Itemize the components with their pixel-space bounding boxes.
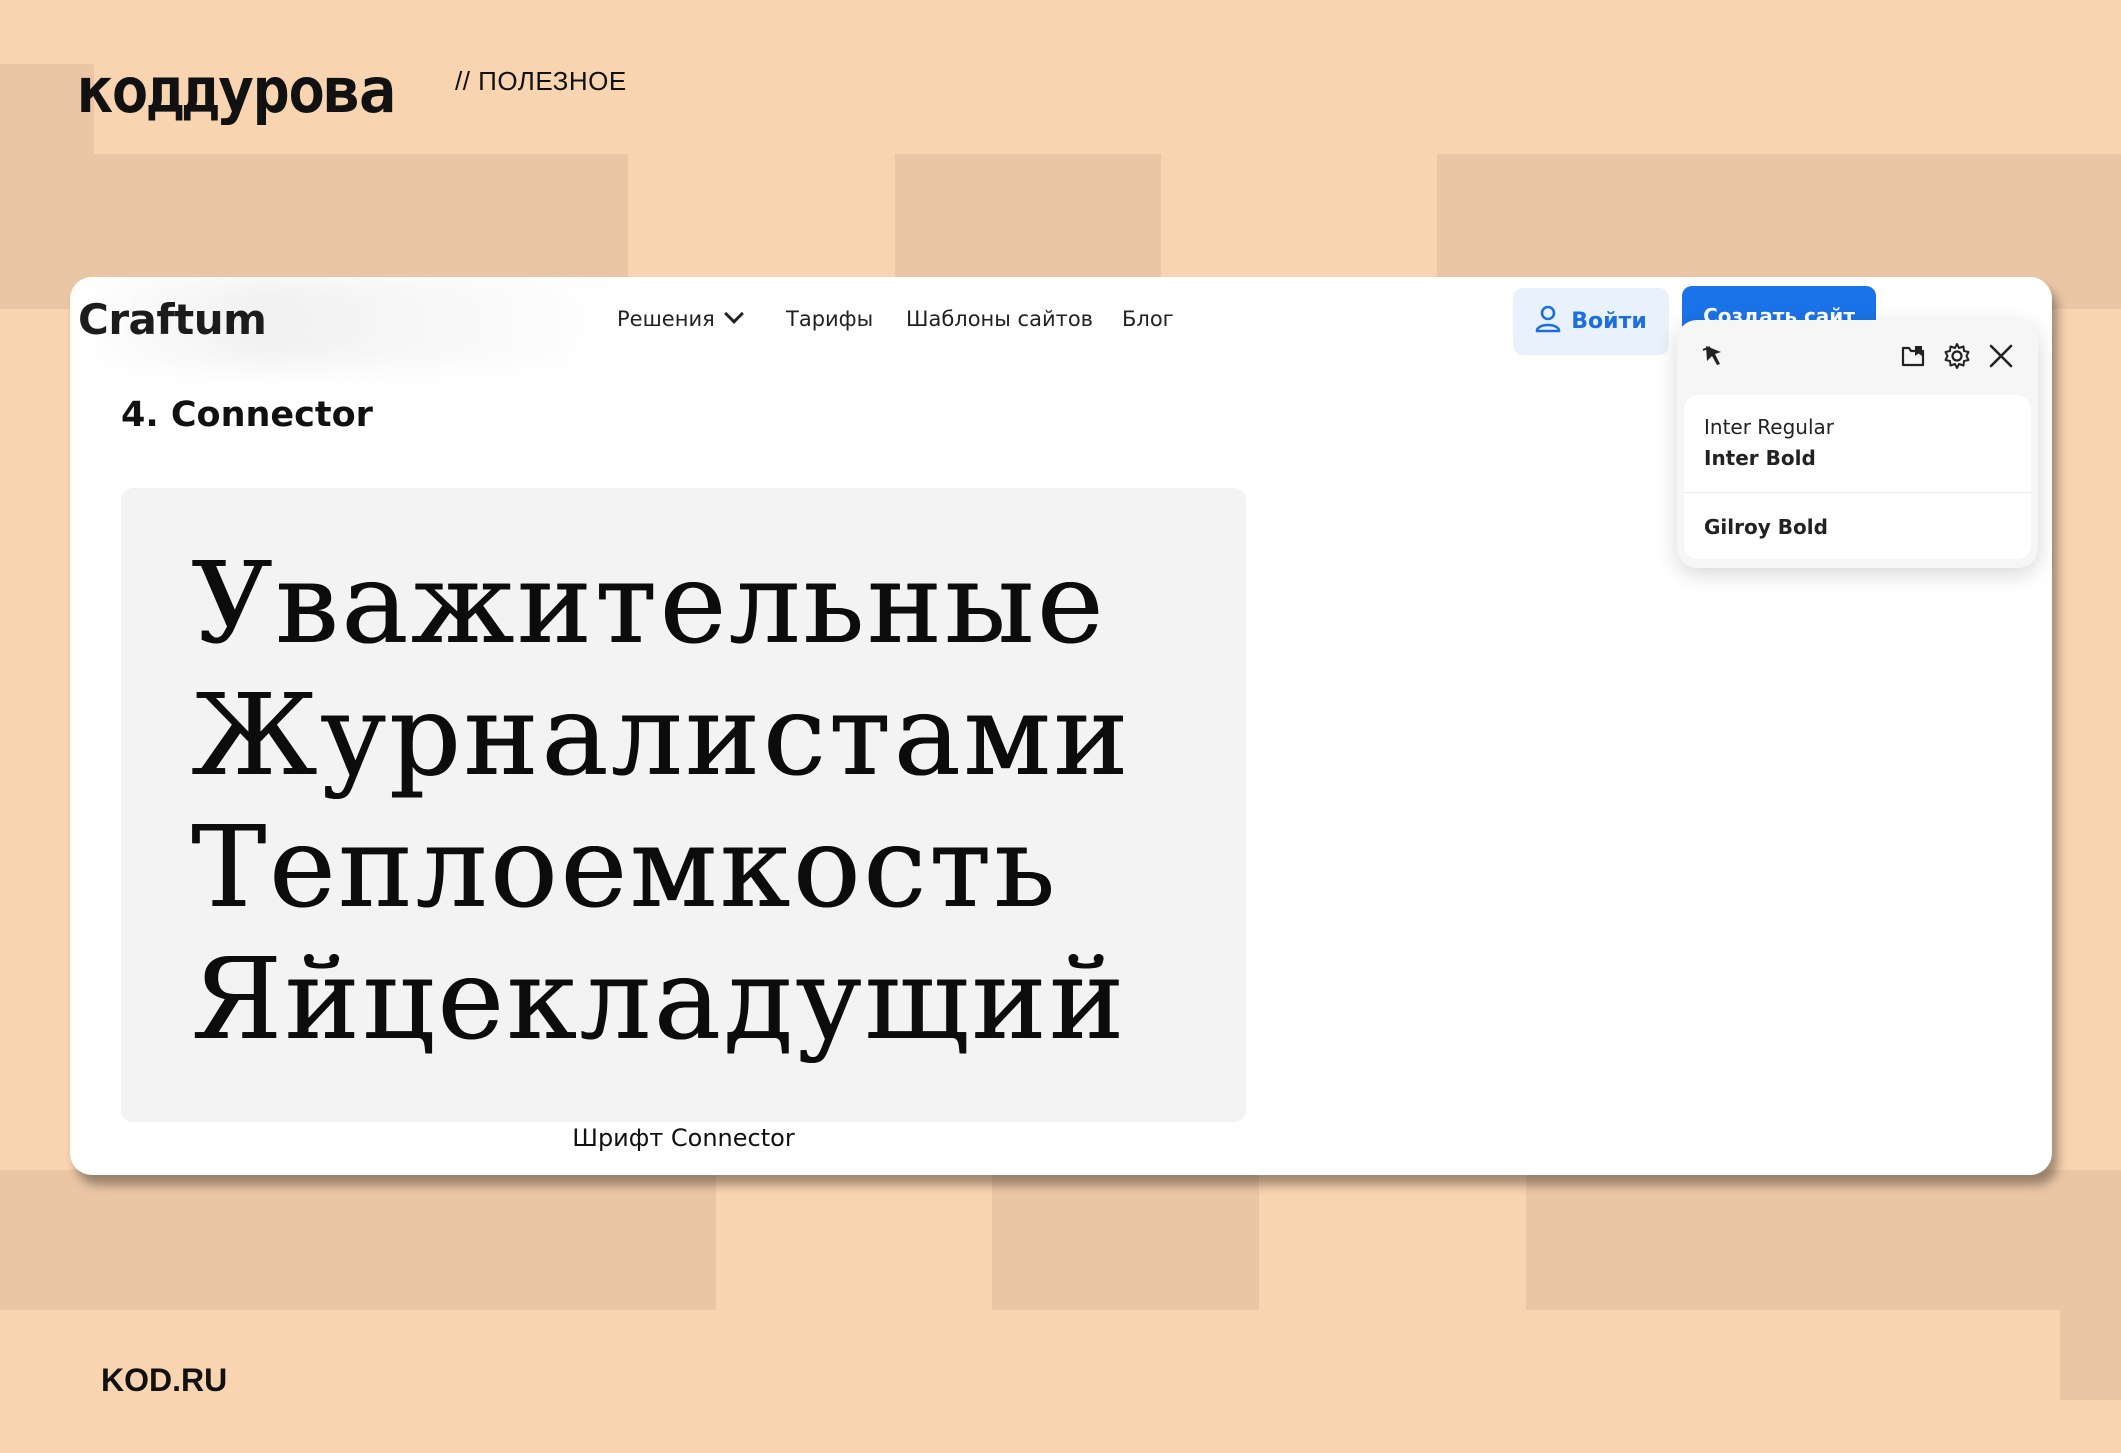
login-button[interactable]: Войти — [1513, 288, 1669, 355]
font-sample-text: Уважительные Журналистами Теплоемкость Я… — [191, 538, 1131, 1066]
save-icon[interactable] — [1899, 342, 1927, 375]
sample-line: Яйцекладущий — [191, 935, 1127, 1065]
nav-item-solutions[interactable]: Решения — [617, 304, 744, 331]
font-entry-inter-bold[interactable]: Inter Bold — [1704, 446, 1816, 470]
section-label: // ПОЛЕЗНОЕ — [455, 66, 627, 96]
nav-item-label: Блог — [1122, 307, 1174, 331]
divider — [1684, 492, 2031, 493]
bg-block — [0, 1170, 716, 1310]
font-picker-icon[interactable] — [1701, 342, 1727, 373]
font-entry-gilroy-bold[interactable]: Gilroy Bold — [1704, 515, 1828, 539]
gear-icon[interactable] — [1943, 342, 1971, 375]
article-heading: 4. Connector — [121, 395, 373, 435]
nav-item-pricing[interactable]: Тарифы — [786, 307, 873, 331]
footer-site-label: KOD.RU — [101, 1362, 228, 1398]
close-icon[interactable] — [1987, 342, 2015, 375]
chevron-down-icon — [723, 304, 744, 324]
bg-block — [992, 1170, 1259, 1310]
brand-logo: КОДДУРОВА — [76, 54, 396, 127]
login-label: Войти — [1571, 309, 1647, 334]
nav-item-blog[interactable]: Блог — [1122, 307, 1174, 331]
nav-item-label: Тарифы — [786, 307, 874, 331]
nav-item-label: Решения — [617, 307, 715, 331]
font-entry-inter-regular[interactable]: Inter Regular — [1704, 415, 1834, 439]
font-list: Inter Regular Inter Bold Gilroy Bold — [1684, 395, 2031, 559]
user-icon — [1535, 305, 1561, 339]
font-sample-image: Уважительные Журналистами Теплоемкость Я… — [121, 488, 1246, 1122]
nav-item-label: Шаблоны сайтов — [906, 307, 1094, 331]
bg-block — [2060, 1170, 2121, 1400]
site-logo[interactable]: Craftum — [78, 295, 267, 344]
sample-line: Теплоемкость — [191, 803, 1058, 933]
bg-block — [1526, 1170, 2060, 1310]
sample-line: Уважительные — [191, 539, 1106, 669]
sample-line: Журналистами — [191, 671, 1131, 801]
nav-item-templates[interactable]: Шаблоны сайтов — [906, 307, 1093, 331]
image-caption: Шрифт Connector — [572, 1124, 795, 1152]
font-detector-popup: Inter Regular Inter Bold Gilroy Bold — [1677, 320, 2038, 568]
